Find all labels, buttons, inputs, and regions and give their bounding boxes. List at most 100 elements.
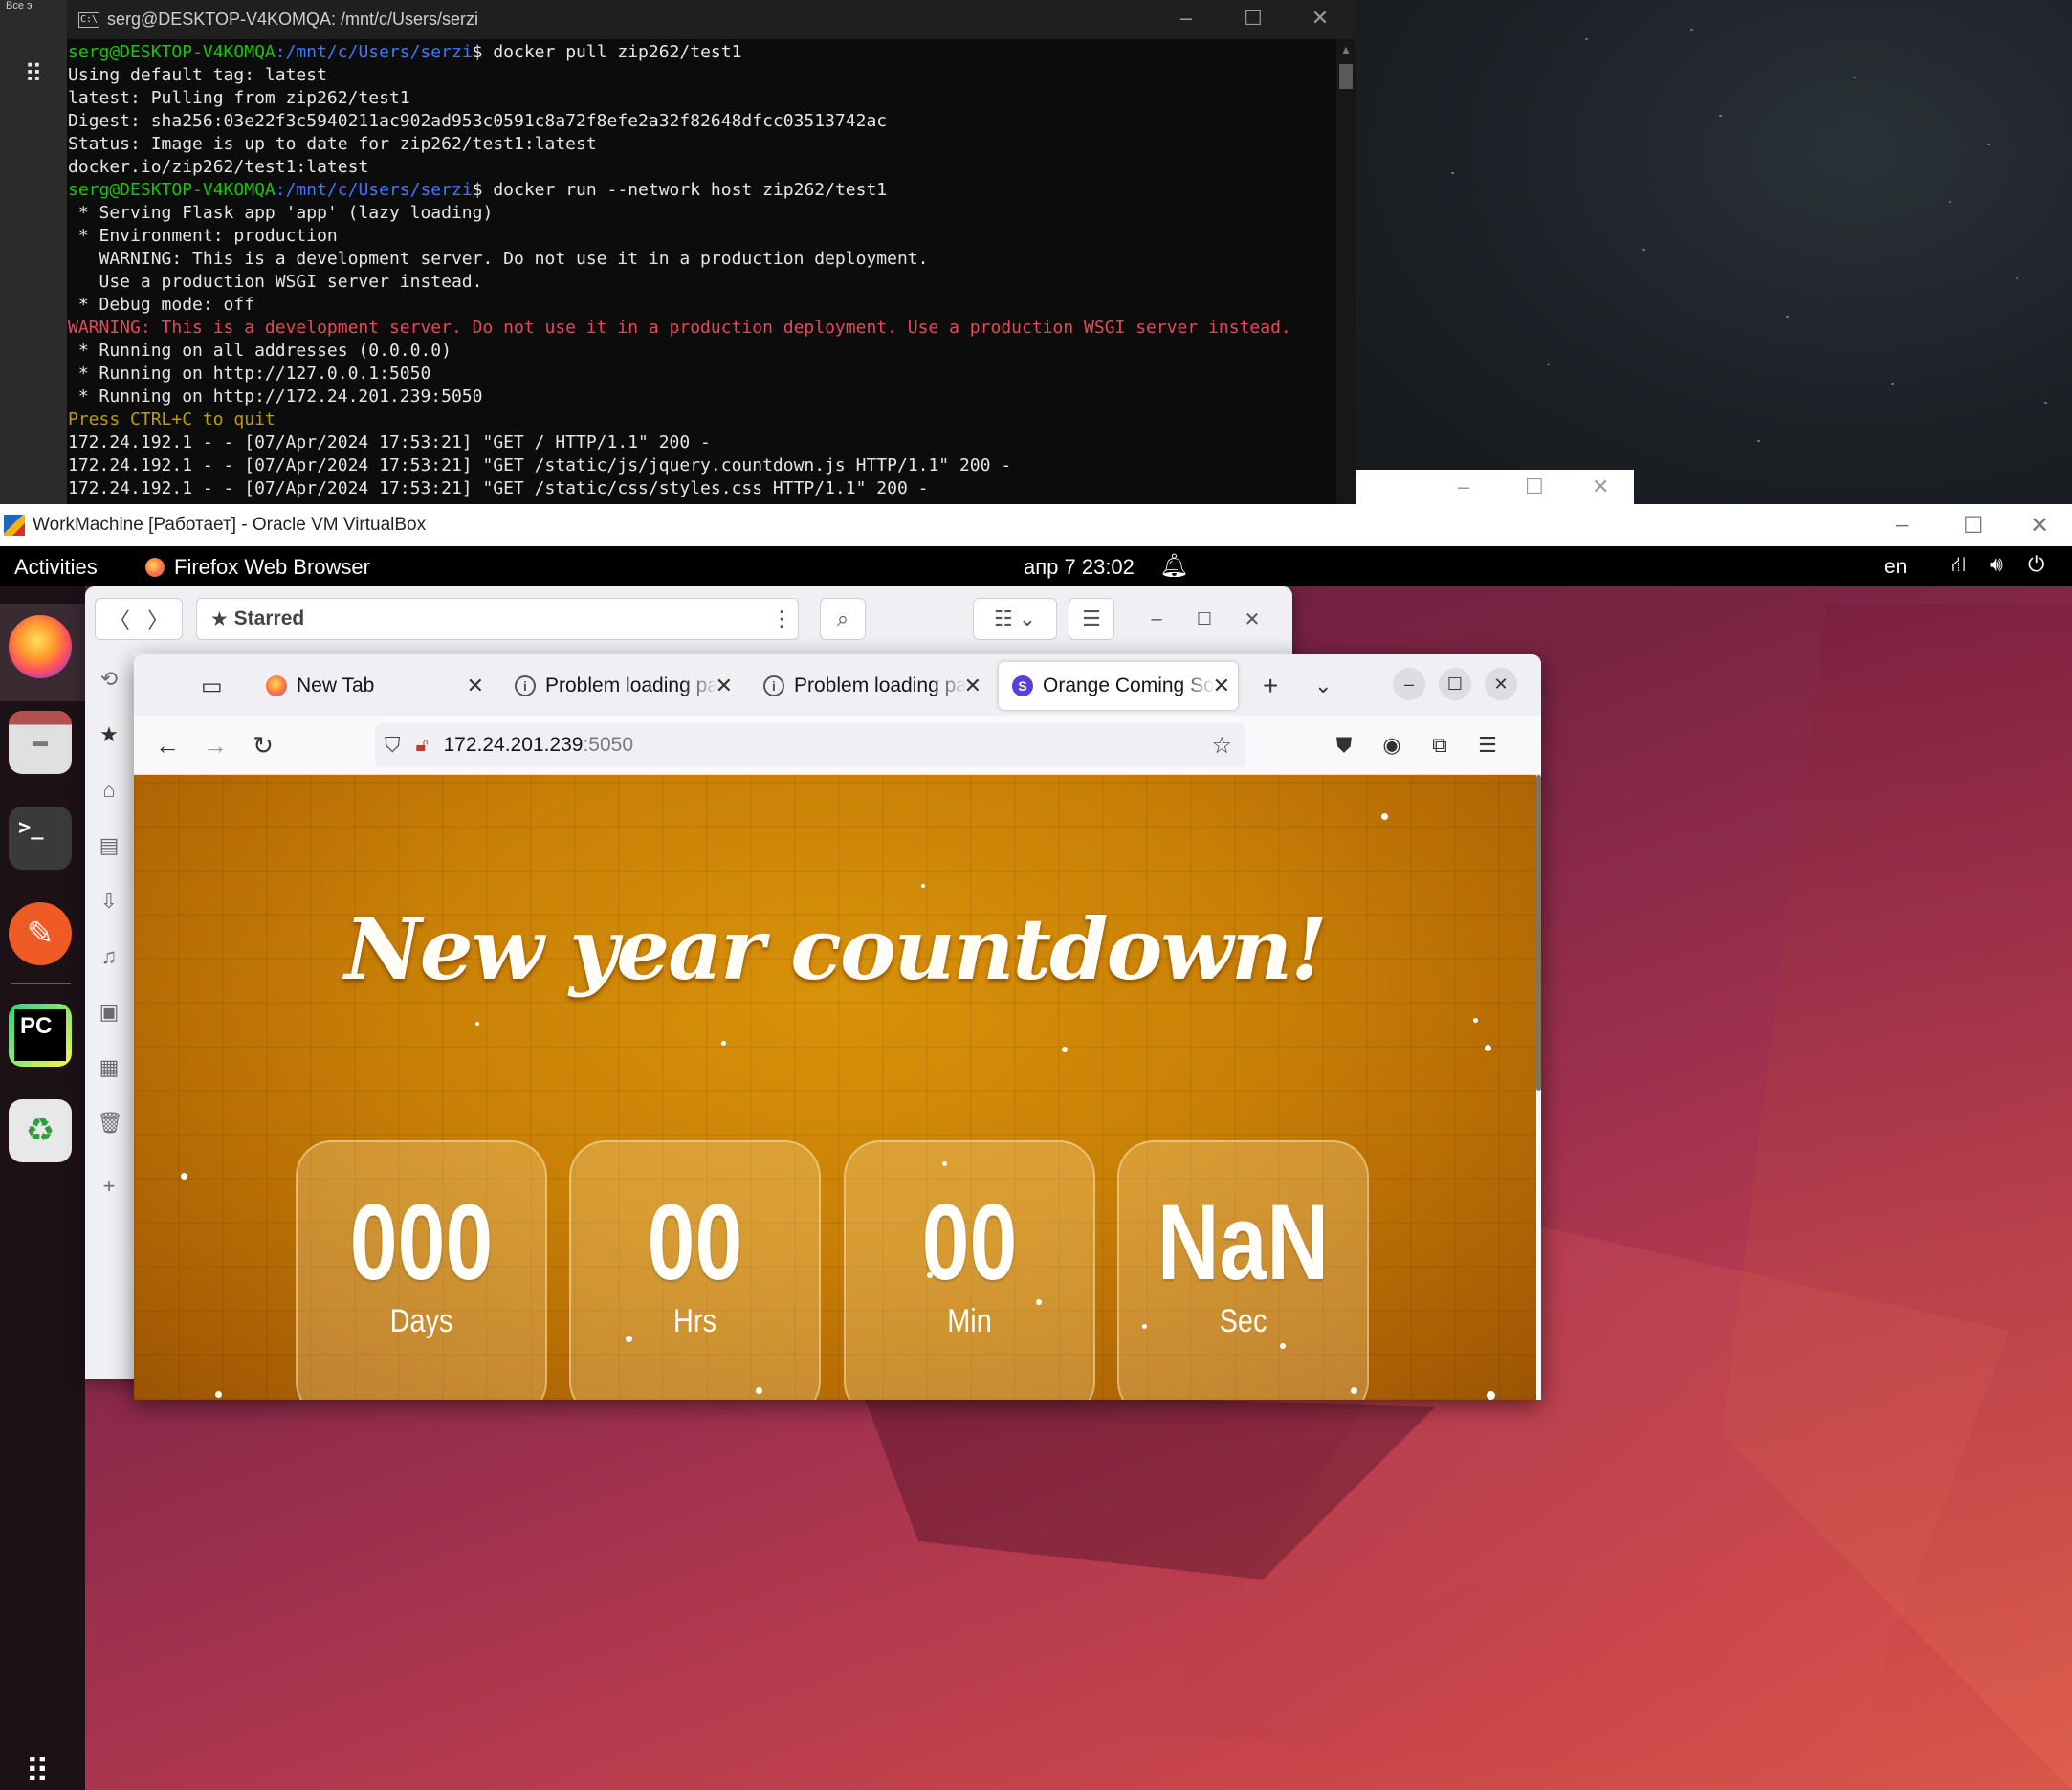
windows-desktop-left: Все э ⠿ (0, 0, 67, 504)
scroll-up-icon[interactable]: ▲ (1340, 43, 1352, 56)
trash-icon[interactable]: 🗑︎ (97, 1111, 123, 1136)
snowflake (1280, 1343, 1286, 1349)
terminal-line: Digest: sha256:03e22f3c5940211ac902ad953… (68, 111, 888, 131)
volume-icon[interactable]: 🔊︎ (1990, 552, 2003, 577)
tab-label: Problem loading page (794, 674, 966, 696)
firefox-favicon-icon (266, 675, 287, 696)
close-icon[interactable]: ✕ (1485, 668, 1517, 700)
navigation-toolbar: ← → ↻ ⛉ 🔓︎ 172.24.201.239:5050 ☆ ⛊ ◉ ⧉ ☰ (134, 716, 1541, 775)
kebab-menu-icon[interactable]: ⋮ (764, 598, 799, 640)
minimize-icon[interactable]: – (1896, 512, 1908, 539)
firefox-view-icon[interactable]: ▭ (193, 662, 231, 710)
page-scrollbar[interactable] (1536, 775, 1541, 1091)
tab-new-tab[interactable]: New Tab ✕ (253, 662, 492, 710)
shield-icon[interactable]: ⛉ (385, 733, 401, 758)
dock-firefox-icon[interactable] (9, 615, 72, 678)
snowflake (1142, 1324, 1147, 1329)
dock-postman-icon[interactable]: ✎ (9, 902, 72, 965)
close-icon[interactable]: ✕ (1301, 6, 1339, 31)
app-menu-icon[interactable]: ☰ (1473, 731, 1502, 760)
terminal-scrollbar[interactable]: ▲ (1336, 39, 1356, 504)
minimize-icon[interactable]: – (1458, 474, 1469, 500)
close-tab-icon[interactable]: ✕ (964, 674, 981, 698)
minimize-icon[interactable]: – (1393, 668, 1425, 700)
back-icon[interactable]: ← (153, 731, 182, 760)
virtualbox-icon (4, 515, 25, 536)
dock-terminal-icon[interactable]: >_ (9, 807, 72, 870)
music-icon[interactable]: ♫ (97, 944, 121, 969)
snowflake (215, 1391, 222, 1398)
close-tab-icon[interactable]: ✕ (1213, 674, 1230, 698)
activities-button[interactable]: Activities (14, 555, 98, 580)
power-icon[interactable]: ⏻ (2028, 552, 2044, 577)
close-icon[interactable]: ✕ (1233, 598, 1271, 640)
terminal-titlebar[interactable]: C:\ serg@DESKTOP-V4KOMQA: /mnt/c/Users/s… (67, 0, 1356, 39)
account-icon[interactable]: ◉ (1378, 731, 1406, 760)
library-back-forward[interactable]: 〈 〉 (95, 598, 183, 640)
maximize-icon[interactable]: ☐ (1185, 598, 1223, 640)
tab-problem-loading-2[interactable]: i Problem loading page ✕ (750, 662, 989, 710)
new-tab-icon[interactable]: + (1255, 662, 1293, 710)
hamburger-menu-icon[interactable]: ☰ (1069, 598, 1114, 640)
tab-orange-coming-soon[interactable]: S Orange Coming Soon ✕ (999, 662, 1238, 710)
close-icon[interactable]: ✕ (2030, 512, 2049, 540)
pictures-icon[interactable]: ▣ (97, 1000, 121, 1025)
terminal-line: 172.24.192.1 - - [07/Apr/2024 17:53:21] … (68, 478, 929, 498)
terminal-line: * Serving Flask app 'app' (lazy loading) (68, 203, 494, 223)
virtualbox-titlebar[interactable]: WorkMachine [Работает] - Oracle VM Virtu… (0, 504, 2072, 546)
dock-trash-icon[interactable]: ♻ (9, 1099, 72, 1162)
network-icon[interactable]: ⛙ (1951, 552, 1966, 580)
insecure-lock-icon[interactable]: 🔓︎ (416, 735, 429, 757)
library-toolbar: 〈 〉 ★ Starred ⋮ ⌕ ☷ ⌄ ☰ – ☐ ✕ (85, 586, 1292, 652)
library-location[interactable]: ★ Starred (196, 598, 799, 640)
maximize-icon[interactable]: ☐ (1963, 512, 1984, 540)
clock[interactable]: апр 7 23:02 (1024, 555, 1135, 580)
close-tab-icon[interactable]: ✕ (716, 674, 733, 698)
maximize-icon[interactable]: ☐ (1439, 668, 1471, 700)
add-location-icon[interactable]: + (97, 1174, 121, 1199)
terminal-output[interactable]: serg@DESKTOP-V4KOMQA:/mnt/c/Users/serzi$… (67, 39, 1336, 504)
show-applications-icon[interactable]: ⠿ (14, 1749, 60, 1790)
notification-bell-icon[interactable]: 🔔︎ (1159, 552, 1188, 580)
snowflake (927, 1272, 933, 1278)
library-sidebar: ⟲ ★ ⌂ ▤ ⇩ ♫ ▣ ▦ 🗑︎ + (85, 652, 133, 1379)
view-options-button[interactable]: ☷ ⌄ (973, 598, 1057, 640)
list-tabs-chevron-icon[interactable]: ⌄ (1307, 662, 1345, 710)
pocket-icon[interactable]: ⛊ (1330, 731, 1358, 760)
videos-icon[interactable]: ▦ (97, 1055, 121, 1080)
downloads-icon[interactable]: ⇩ (97, 889, 121, 914)
maximize-icon[interactable]: ☐ (1525, 474, 1544, 500)
info-icon: i (515, 675, 536, 696)
home-icon[interactable]: ⌂ (97, 778, 121, 803)
terminal-quit-hint: Press CTRL+C to quit (68, 409, 276, 430)
history-icon[interactable]: ⟲ (97, 667, 121, 692)
dock-files-icon[interactable]: ▬ (9, 711, 72, 774)
bookmark-star-icon[interactable]: ☆ (1211, 732, 1232, 760)
star-icon: ★ (210, 608, 234, 630)
dock-pycharm-icon[interactable]: PC (9, 1004, 72, 1067)
search-icon[interactable]: ⌕ (820, 598, 866, 640)
tab-problem-loading-1[interactable]: i Problem loading page ✕ (501, 662, 740, 710)
snowflake (1351, 1387, 1357, 1394)
ubuntu-desktop: Activities Firefox Web Browser апр 7 23:… (0, 546, 2072, 1790)
app-grid-icon[interactable]: ⠿ (19, 59, 48, 88)
app-menu[interactable]: Firefox Web Browser (145, 555, 370, 580)
terminal-window: C:\ serg@DESKTOP-V4KOMQA: /mnt/c/Users/s… (67, 0, 1356, 504)
scrollbar-thumb[interactable] (1339, 64, 1353, 89)
countdown-page: New year countdown! 000 Days 00 Hrs 00 M… (134, 775, 1536, 1400)
minimize-icon[interactable]: – (1137, 598, 1176, 640)
reload-icon[interactable]: ↻ (249, 731, 277, 760)
extensions-icon[interactable]: ⧉ (1425, 731, 1454, 760)
tab-label: Problem loading page (545, 674, 717, 696)
forward-icon[interactable]: → (201, 731, 230, 760)
keyboard-layout-indicator[interactable]: en (1885, 556, 1907, 579)
close-icon[interactable]: ✕ (1592, 474, 1609, 500)
close-tab-icon[interactable]: ✕ (467, 674, 484, 698)
starred-icon[interactable]: ★ (97, 722, 121, 747)
url-bar[interactable]: ⛉ 🔓︎ 172.24.201.239:5050 ☆ (375, 723, 1245, 767)
maximize-icon[interactable]: ☐ (1234, 6, 1272, 31)
days-value: 000 (349, 1182, 494, 1302)
minimize-icon[interactable]: – (1167, 6, 1205, 31)
info-icon: i (763, 675, 784, 696)
documents-icon[interactable]: ▤ (97, 833, 121, 858)
